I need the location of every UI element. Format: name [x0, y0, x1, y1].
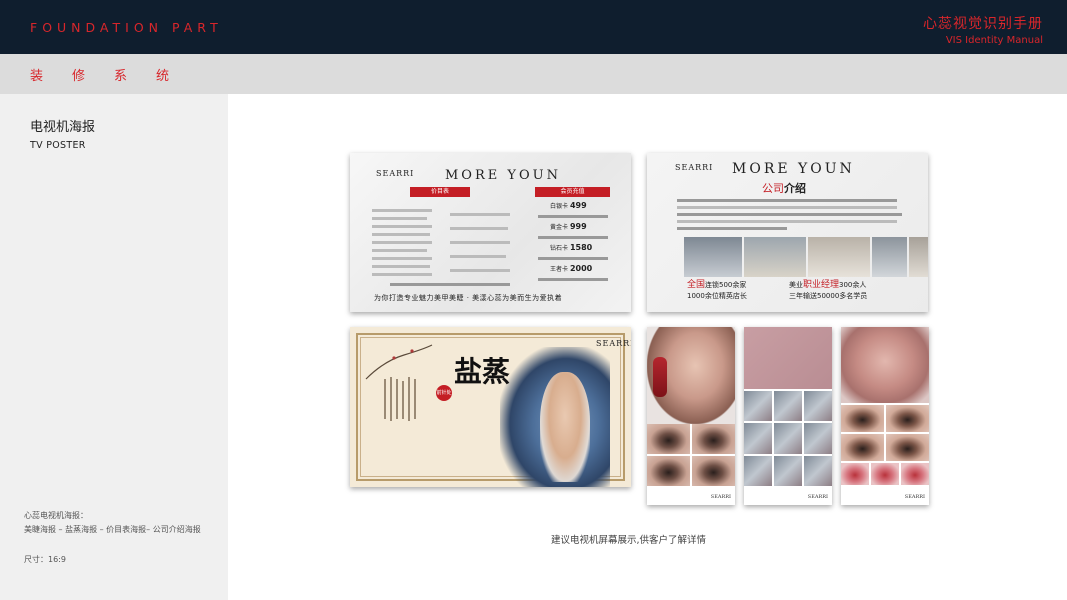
- poster-logo: SEARRI: [904, 494, 925, 500]
- lips-grid: [841, 463, 929, 485]
- nail-hero: [744, 327, 832, 389]
- poster-logo: SEARRI: [675, 163, 714, 172]
- manual-title-en: VIS Identity Manual: [945, 35, 1043, 46]
- seal-badge: 前针处: [436, 385, 452, 401]
- nail-art-poster: SEARRI: [744, 327, 832, 505]
- member-row: 王者卡 2000: [550, 264, 593, 273]
- sidebar-note-items: 美睫海报 – 盐蒸海报 – 价目表海报– 公司介绍海报: [24, 525, 201, 534]
- plum-branch-decoration: [365, 344, 433, 380]
- foundation-part-label: FOUNDATION PART: [30, 20, 223, 35]
- top-header-bar: FOUNDATION PART 心蕊视觉识别手册 VIS Identity Ma…: [0, 0, 1067, 54]
- member-row: 黄金卡 999: [550, 222, 587, 231]
- eyelash-poster: SEARRI: [647, 327, 735, 505]
- sidebar: 电视机海报 TV POSTER 心蕊电视机海报： 美睫海报 – 盐蒸海报 – 价…: [0, 94, 228, 600]
- more-youn-heading: MORE YOUN: [445, 168, 561, 183]
- section-title: 装修系统: [30, 69, 199, 84]
- beauty-poster: SEARRI: [841, 327, 929, 505]
- nail-grid: [744, 391, 832, 486]
- member-row: 钻石卡 1580: [550, 243, 593, 252]
- member-ribbon: 会员充值: [535, 187, 610, 197]
- nails-decoration: [653, 357, 667, 397]
- sidebar-title-en: TV POSTER: [30, 140, 86, 151]
- poster-logo: SEARRI: [376, 169, 415, 178]
- price-slogan: 为你打造专业魅力美甲美睫 · 美漾心蕊为美而生为爱执着: [374, 294, 563, 302]
- manual-title-cn: 心蕊视觉识别手册: [923, 16, 1043, 32]
- eyes-grid: [841, 405, 929, 461]
- office-photos: [684, 237, 928, 277]
- member-row: 白银卡 499: [550, 201, 587, 210]
- poster-logo: SEARRI: [807, 494, 828, 500]
- model-face: [841, 327, 929, 403]
- company-intro-poster: SEARRI MORE YOUN 公司介绍 全国连锁500余家 1000余位精英…: [647, 153, 928, 312]
- stats-left: 全国连锁500余家 1000余位精英店长: [687, 280, 747, 300]
- sidebar-size: 尺寸：16:9: [24, 555, 66, 564]
- poster-logo: SEARRI: [710, 494, 731, 500]
- calligraphy-title: 盐蒸: [454, 355, 511, 388]
- company-intro-title: 公司介绍: [762, 182, 806, 195]
- price-list-poster: SEARRI MORE YOUN 价目表 会员充值 白银卡 499 黄金卡 99…: [350, 153, 631, 312]
- stats-right: 美业职业经理300余人 三年输送50000多名学员: [789, 280, 868, 300]
- display-caption: 建议电视机屏幕展示,供客户了解详情: [551, 535, 707, 546]
- price-ribbon: 价目表: [410, 187, 470, 197]
- sidebar-note-title: 心蕊电视机海报：: [24, 511, 88, 520]
- model-figure: [540, 372, 590, 482]
- salt-steam-poster: SEARRI 盐蒸 前针处: [350, 327, 631, 487]
- more-youn-heading: MORE YOUN: [732, 161, 855, 177]
- eyelash-grid: [647, 424, 735, 486]
- section-bar: 装修系统: [0, 54, 1067, 94]
- sidebar-title-cn: 电视机海报: [30, 120, 96, 135]
- manual-title: 心蕊视觉识别手册 VIS Identity Manual: [923, 13, 1043, 46]
- poster-logo: SEARRI: [596, 339, 631, 348]
